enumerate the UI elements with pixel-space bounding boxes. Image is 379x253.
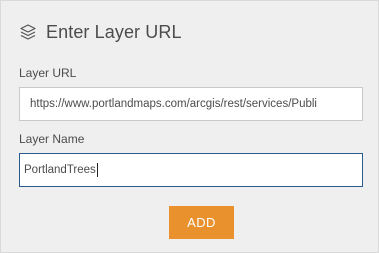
add-button[interactable]: ADD: [169, 206, 234, 239]
layer-url-input[interactable]: https://www.portlandmaps.com/arcgis/rest…: [19, 87, 363, 121]
add-layer-panel: Enter Layer URL Layer URL https://www.po…: [0, 0, 379, 253]
panel-title: Enter Layer URL: [46, 21, 182, 42]
panel-header: Enter Layer URL: [19, 19, 182, 45]
layer-name-label: Layer Name: [19, 132, 85, 146]
layer-name-input[interactable]: PortlandTrees: [19, 153, 363, 187]
layer-name-value: PortlandTrees: [24, 164, 96, 176]
layers-icon: [19, 23, 37, 41]
layer-url-label: Layer URL: [19, 66, 77, 80]
text-caret: [96, 163, 98, 177]
layer-url-value: https://www.portlandmaps.com/arcgis/rest…: [30, 98, 317, 110]
